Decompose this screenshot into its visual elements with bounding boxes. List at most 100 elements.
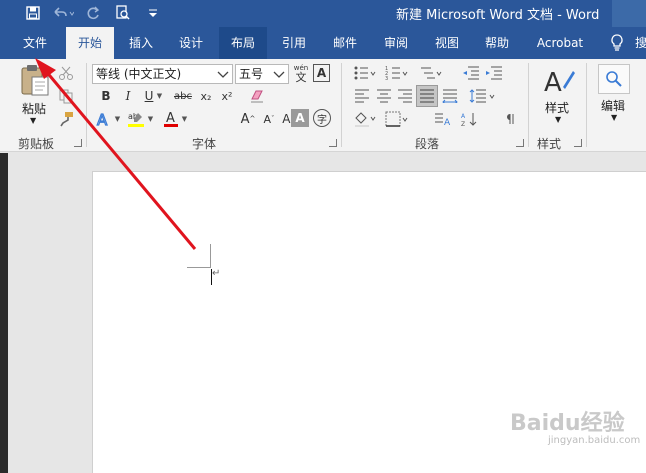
- grow-font-label: A: [240, 111, 250, 127]
- font-size-value: 五号: [239, 67, 264, 81]
- increase-indent-icon[interactable]: [484, 63, 504, 83]
- tab-layout[interactable]: 布局: [219, 27, 267, 59]
- margin-corner-mark: [210, 244, 211, 268]
- group-label-font: 字体: [192, 137, 217, 151]
- sort-icon[interactable]: AZ: [459, 109, 479, 129]
- paragraph-launcher-icon[interactable]: [516, 139, 524, 147]
- watermark-logo: Baidu经验: [510, 411, 625, 436]
- text-effects-dropdown-icon[interactable]: ▼: [112, 109, 122, 129]
- underline-dropdown-icon[interactable]: ▼: [154, 86, 164, 106]
- tab-insert[interactable]: 插入: [118, 27, 164, 59]
- baidu-jingyan-watermark: Baidu经验 jingyan.baidu.com: [510, 405, 640, 446]
- ribbon-tab-bar: 文件 开始 插入 设计 布局 引用 邮件 审阅 视图 帮助 Acrobat 搜: [0, 27, 646, 59]
- justify-icon[interactable]: [416, 85, 438, 107]
- font-name-select[interactable]: 等线 (中文正文): [92, 64, 233, 84]
- title-bar: 新建 Microsoft Word 文档 - Word: [0, 0, 646, 27]
- borders-icon[interactable]: [384, 109, 410, 129]
- tab-references[interactable]: 引用: [271, 27, 317, 59]
- svg-text:A: A: [444, 118, 451, 127]
- tab-review[interactable]: 审阅: [373, 27, 419, 59]
- editing-dropdown-icon[interactable]: ▼: [611, 113, 617, 122]
- clipboard-launcher-icon[interactable]: [74, 139, 82, 147]
- svg-text:3: 3: [385, 76, 388, 81]
- customize-qat-icon[interactable]: [138, 3, 168, 23]
- superscript-button[interactable]: x²: [217, 86, 237, 106]
- group-separator: [586, 63, 587, 147]
- character-shading-icon[interactable]: A: [291, 109, 309, 127]
- character-border-icon[interactable]: A: [313, 64, 330, 82]
- find-icon[interactable]: [598, 64, 630, 94]
- align-center-icon[interactable]: [374, 86, 394, 106]
- print-preview-icon[interactable]: [108, 3, 138, 23]
- grow-font-button[interactable]: A ^: [238, 109, 258, 129]
- align-right-icon[interactable]: [395, 86, 415, 106]
- svg-text:A: A: [97, 111, 108, 128]
- tab-mailings[interactable]: 邮件: [322, 27, 368, 59]
- paragraph-mark-icon: ↵: [212, 268, 221, 279]
- copy-icon[interactable]: [56, 86, 76, 106]
- chevron-down-icon: [272, 65, 286, 83]
- svg-text:A: A: [544, 68, 562, 97]
- shrink-font-button[interactable]: Aˇ: [259, 109, 279, 129]
- text-effects-icon[interactable]: A: [94, 109, 114, 129]
- styles-button[interactable]: 样式: [545, 99, 569, 116]
- italic-button[interactable]: I: [118, 86, 138, 106]
- clear-formatting-icon[interactable]: [247, 86, 267, 106]
- chevron-down-icon: [216, 65, 230, 83]
- highlight-dropdown-icon[interactable]: ▼: [145, 109, 155, 129]
- numbering-icon[interactable]: 123: [384, 63, 410, 83]
- editing-button[interactable]: 编辑: [601, 97, 625, 114]
- group-label-styles: 样式: [537, 137, 562, 151]
- font-launcher-icon[interactable]: [329, 139, 337, 147]
- window-control-button[interactable]: [612, 0, 646, 27]
- font-size-select[interactable]: 五号: [235, 64, 289, 84]
- format-painter-icon[interactable]: [56, 109, 76, 129]
- phonetic-guide-icon[interactable]: wén 文: [292, 63, 310, 83]
- decrease-indent-icon[interactable]: [461, 63, 481, 83]
- undo-icon[interactable]: [48, 3, 78, 23]
- margin-corner-mark: [187, 267, 211, 268]
- tab-design[interactable]: 设计: [168, 27, 214, 59]
- redo-icon[interactable]: [78, 3, 108, 23]
- tell-me-icon[interactable]: [606, 27, 628, 59]
- shading-icon[interactable]: [352, 109, 378, 129]
- quick-access-toolbar: [18, 3, 168, 23]
- enclose-characters-icon[interactable]: 字: [313, 109, 331, 127]
- tab-view[interactable]: 视图: [424, 27, 470, 59]
- tab-help[interactable]: 帮助: [474, 27, 520, 59]
- multilevel-list-icon[interactable]: [418, 63, 444, 83]
- paste-icon[interactable]: [18, 63, 52, 97]
- phonetic-guide-char: 文: [295, 71, 307, 84]
- svg-text:A: A: [461, 113, 466, 120]
- line-spacing-icon[interactable]: [468, 86, 498, 106]
- tab-file[interactable]: 文件: [12, 27, 58, 59]
- window-left-edge: [0, 153, 8, 473]
- paste-dropdown-icon[interactable]: ▼: [30, 116, 36, 125]
- tab-acrobat[interactable]: Acrobat: [528, 27, 592, 59]
- bullets-icon[interactable]: [352, 63, 378, 83]
- font-name-value: 等线 (中文正文): [96, 67, 182, 81]
- tab-search[interactable]: 搜: [634, 27, 646, 59]
- font-color-icon[interactable]: A: [161, 109, 181, 129]
- subscript-button[interactable]: x₂: [196, 86, 216, 106]
- group-separator: [86, 63, 87, 147]
- paste-button[interactable]: 粘贴: [22, 100, 46, 117]
- highlight-icon[interactable]: ab: [126, 109, 146, 129]
- styles-icon[interactable]: A: [543, 65, 575, 98]
- bold-button[interactable]: B: [96, 86, 116, 106]
- styles-dropdown-icon[interactable]: ▼: [555, 115, 561, 124]
- tab-home[interactable]: 开始: [66, 27, 114, 59]
- svg-text:Z: Z: [461, 121, 465, 127]
- cut-icon[interactable]: [56, 63, 76, 83]
- styles-launcher-icon[interactable]: [574, 139, 582, 147]
- shrink-font-label: A: [263, 112, 272, 126]
- show-marks-icon[interactable]: [501, 109, 521, 129]
- distributed-icon[interactable]: [440, 86, 460, 106]
- strikethrough-button[interactable]: abc: [170, 86, 196, 106]
- save-icon[interactable]: [18, 3, 48, 23]
- svg-text:A: A: [166, 111, 175, 126]
- font-color-dropdown-icon[interactable]: ▼: [179, 109, 189, 129]
- chinese-layout-icon[interactable]: A: [432, 109, 452, 129]
- group-label-paragraph: 段落: [415, 137, 440, 151]
- align-left-icon[interactable]: [352, 86, 372, 106]
